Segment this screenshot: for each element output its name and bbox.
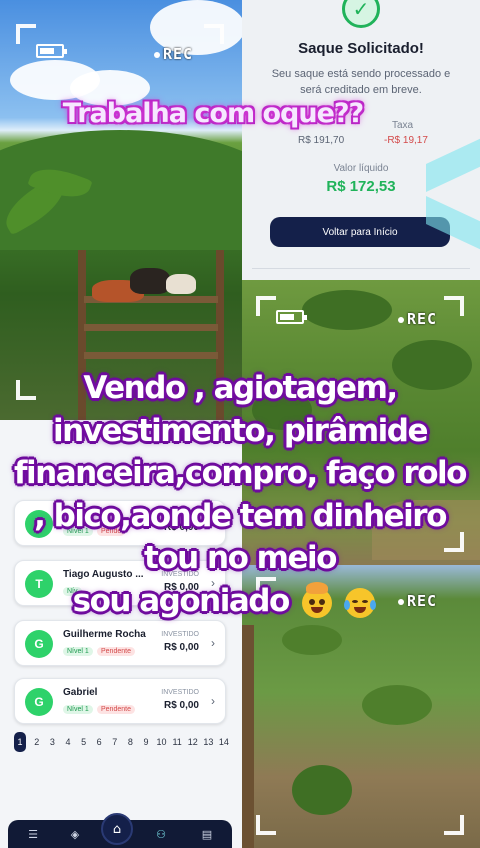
camera-corner-icon [204, 24, 224, 44]
caption-line: tou no meio [144, 540, 337, 576]
page-button[interactable]: 14 [216, 732, 232, 752]
avatar: G [25, 630, 53, 658]
caption-line: sou agoniado [72, 583, 291, 619]
menu-icon[interactable]: ☰ [26, 829, 40, 841]
page-button[interactable]: 10 [154, 732, 170, 752]
invested-amount: R$ 0,00 [163, 642, 199, 653]
invested-label: INVESTIDO [161, 631, 199, 638]
farm-video-tile: REC [0, 0, 242, 420]
bush [302, 290, 392, 330]
pagination: 1 2 3 4 5 6 7 8 9 10 11 12 13 14 [14, 732, 232, 752]
caption-line: , bico,aonde tem dinheiro [34, 498, 447, 534]
fee-value: -R$ 19,17 [384, 135, 428, 146]
page-button[interactable]: 12 [185, 732, 201, 752]
top-caption: Trabalha com oque?? [62, 98, 364, 129]
users-icon[interactable]: ⚇ [154, 829, 168, 841]
fence-rail [84, 352, 218, 359]
rec-label: REC [407, 310, 438, 328]
bush [282, 625, 342, 655]
caption-line: Vendo , agiotagem, [83, 370, 398, 406]
page-button[interactable]: 7 [107, 732, 123, 752]
camera-corner-icon [256, 296, 276, 316]
battery-icon [36, 44, 67, 58]
page-button[interactable]: 9 [138, 732, 154, 752]
cow [130, 268, 170, 294]
divider [252, 268, 470, 269]
bush [292, 765, 352, 815]
back-to-home-button[interactable]: Voltar para Início [270, 217, 450, 247]
page-button[interactable]: 1 [14, 732, 26, 752]
caption-line: financeira,compro, faço rolo [14, 455, 467, 491]
chevron-right-icon: › [211, 636, 215, 650]
bush [362, 685, 432, 725]
document-icon[interactable]: ▤ [200, 829, 214, 841]
page-button[interactable]: 4 [60, 732, 76, 752]
withdraw-subtitle: Seu saque está sendo processado e será c… [271, 68, 451, 96]
check-circle-icon: ✓ [342, 0, 380, 28]
home-icon[interactable]: ⌂ [101, 813, 133, 845]
page-button[interactable]: 13 [201, 732, 217, 752]
rec-indicator: REC [154, 45, 193, 63]
list-item[interactable]: G Gabriel Nível 1 Pendente INVESTIDO R$ … [14, 678, 226, 724]
cow [166, 274, 196, 294]
camera-corner-icon [444, 815, 464, 835]
camera-corner-icon [444, 296, 464, 316]
rec-label: REC [163, 45, 194, 63]
caption-line: investimento, pirâmide [52, 413, 429, 449]
level-badge: Nível 1 [63, 647, 93, 656]
rec-indicator: REC [398, 310, 437, 328]
avatar: G [25, 688, 53, 716]
gross-value: R$ 191,70 [298, 135, 345, 146]
withdraw-title: Saque Solicitado! [298, 40, 424, 57]
investor-name: Guilherme Rocha [63, 629, 146, 640]
exploding-head-emoji-icon [302, 581, 333, 618]
page-button[interactable]: 3 [45, 732, 61, 752]
level-badge: Nível 1 [63, 705, 93, 714]
camera-corner-icon [16, 24, 36, 44]
fee-label: Taxa [392, 120, 414, 131]
page-button[interactable]: 11 [169, 732, 185, 752]
withdraw-app-screen: ✓ Saque Solicitado! Seu saque está sendo… [242, 0, 480, 280]
list-item[interactable]: G Guilherme Rocha Nível 1 Pendente INVES… [14, 620, 226, 666]
investor-name: Gabriel [63, 687, 98, 698]
invested-amount: R$ 0,00 [163, 700, 199, 711]
tears-of-joy-emoji-icon [344, 587, 377, 618]
status-badge: Pendente [97, 647, 135, 656]
layers-icon[interactable]: ◈ [68, 829, 82, 841]
page-button[interactable]: 8 [123, 732, 139, 752]
battery-icon [276, 310, 307, 324]
page-button[interactable]: 2 [29, 732, 45, 752]
caption-line-with-emoji: sou agoniado [0, 581, 464, 621]
fence-post [242, 625, 254, 848]
camera-corner-icon [256, 815, 276, 835]
invested-label: INVESTIDO [161, 689, 199, 696]
page-button[interactable]: 5 [76, 732, 92, 752]
page-button[interactable]: 6 [91, 732, 107, 752]
fence-rail [84, 324, 218, 331]
chevron-right-icon: › [211, 694, 215, 708]
status-badge: Pendente [97, 705, 135, 714]
